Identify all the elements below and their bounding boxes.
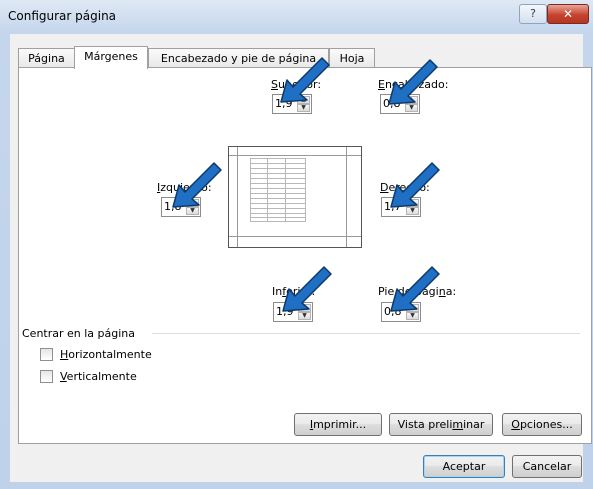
superior-spinner[interactable]: 1,9 ▲ ▼ — [272, 94, 312, 114]
spin-down-icon[interactable]: ▼ — [186, 207, 199, 215]
spin-down-icon[interactable]: ▼ — [406, 312, 419, 320]
spin-down-icon[interactable]: ▼ — [298, 312, 311, 320]
spin-down-icon[interactable]: ▼ — [405, 104, 418, 112]
pie-pagina-value[interactable]: 0,8 — [384, 305, 402, 318]
tab-pagina[interactable]: Página — [18, 48, 75, 68]
aceptar-button[interactable]: Aceptar — [423, 455, 505, 478]
spin-up-icon[interactable]: ▲ — [406, 199, 419, 207]
vertical-label[interactable]: Verticalmente — [60, 370, 137, 383]
spin-up-icon[interactable]: ▲ — [298, 304, 311, 312]
title-bar: Configurar página ? ✕ — [0, 0, 593, 34]
horizontal-label[interactable]: Horizontalmente — [60, 348, 152, 361]
encabezado-label: Encabezado: — [378, 78, 449, 91]
close-button[interactable]: ✕ — [547, 4, 589, 24]
derecho-label: Derecho: — [380, 181, 430, 194]
spin-up-icon[interactable]: ▲ — [186, 199, 199, 207]
cancelar-button[interactable]: Cancelar — [512, 455, 582, 478]
help-button[interactable]: ? — [519, 4, 547, 24]
derecho-spinner[interactable]: 1,7 ▲ ▼ — [381, 197, 421, 217]
pie-pagina-spinner[interactable]: 0,8 ▲ ▼ — [381, 302, 421, 322]
superior-label: Superior: — [271, 78, 322, 91]
spin-up-icon[interactable]: ▲ — [297, 96, 310, 104]
page-setup-dialog: Configurar página ? ✕ Página Márgenes En… — [0, 0, 593, 489]
izquierdo-label: Izquierdo: — [157, 181, 212, 194]
margins-panel — [18, 67, 592, 444]
vertical-checkbox[interactable] — [40, 370, 53, 383]
tab-margenes[interactable]: Márgenes — [74, 46, 148, 69]
inferior-spinner[interactable]: 1,9 ▲ ▼ — [273, 302, 313, 322]
spin-up-icon[interactable]: ▲ — [405, 96, 418, 104]
window-title: Configurar página — [8, 9, 117, 23]
imprimir-button[interactable]: Imprimir... — [294, 413, 382, 436]
tab-encabezado-pie[interactable]: Encabezado y pie de página — [148, 48, 329, 68]
page-preview — [228, 146, 362, 248]
pie-pagina-label: Pie de página: — [378, 285, 457, 298]
horizontal-checkbox[interactable] — [40, 348, 53, 361]
preview-sheet-icon — [229, 147, 361, 247]
spin-up-icon[interactable]: ▲ — [406, 304, 419, 312]
center-section-label: Centrar en la página — [22, 327, 136, 340]
section-divider — [152, 333, 580, 334]
superior-value[interactable]: 1,9 — [275, 97, 293, 110]
derecho-value[interactable]: 1,7 — [384, 200, 402, 213]
opciones-button[interactable]: Opciones... — [502, 413, 582, 436]
tab-hoja[interactable]: Hoja — [329, 48, 375, 68]
spin-down-icon[interactable]: ▼ — [297, 104, 310, 112]
encabezado-value[interactable]: 0,8 — [383, 97, 401, 110]
inferior-label: Inferior: — [272, 285, 316, 298]
izquierdo-spinner[interactable]: 1,8 ▲ ▼ — [161, 197, 201, 217]
vista-preliminar-button[interactable]: Vista preliminar — [389, 413, 493, 436]
encabezado-spinner[interactable]: 0,8 ▲ ▼ — [380, 94, 420, 114]
izquierdo-value[interactable]: 1,8 — [164, 200, 182, 213]
spin-down-icon[interactable]: ▼ — [406, 207, 419, 215]
inferior-value[interactable]: 1,9 — [276, 305, 294, 318]
